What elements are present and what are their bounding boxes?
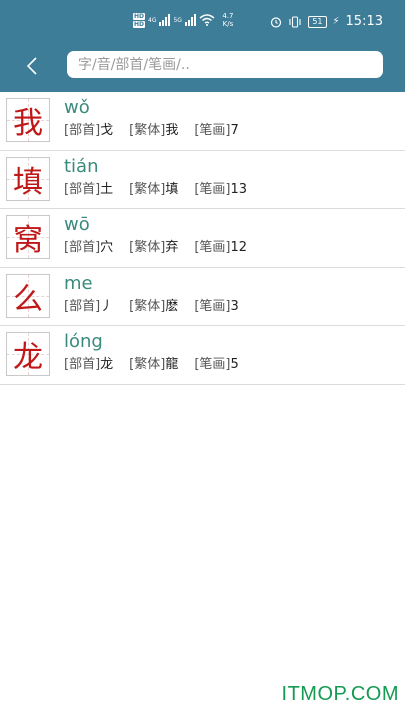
strokes-value: 5 [230,357,239,372]
hd-badge: HD [133,12,146,20]
strokes-value: 7 [230,123,239,138]
radical-label: [部首] [64,181,101,197]
status-bar: HD HD 4G 5G 4.7 K/s 51 ⚡ 15:13 [0,0,405,40]
traditional-value: 麽 [165,298,179,314]
chevron-left-icon [26,57,37,75]
traditional-value: 我 [165,123,179,138]
pinyin: lóng [64,331,103,352]
app-header: HD HD 4G 5G 4.7 K/s 51 ⚡ 15:13 字/音/部首/笔画… [0,0,405,92]
alarm-icon [271,16,282,28]
list-item[interactable]: 填 tián [部首]土 [繁体]填 [笔画]13 [0,151,405,209]
radical-label: [部首] [64,298,101,314]
vibrate-icon [289,15,301,28]
strokes-value: 13 [230,181,248,197]
signal-icon [184,14,196,26]
character-box: 我 [6,98,50,142]
list-item[interactable]: 么 me [部首]丿 [繁体]麽 [笔画]3 [0,268,405,326]
traditional-label: [繁体] [129,298,166,314]
pinyin: tián [64,155,99,177]
radical-value: 戈 [100,123,114,138]
status-left: HD HD 4G 5G 4.7 K/s [133,12,238,28]
radical-label: [部首] [64,357,101,372]
traditional-label: [繁体] [129,123,166,138]
status-right: 51 ⚡ 15:13 [270,14,383,29]
network-type-label: 5G [173,16,182,24]
character: 么 [13,281,43,317]
watermark: ITMOP.COM [281,683,399,705]
radical-label: [部首] [64,240,101,255]
character-meta: [部首]戈 [繁体]我 [笔画]7 [64,122,255,140]
character: 龙 [13,340,43,375]
strokes-label: [笔画] [194,240,231,255]
network-speed: 4.7 K/s [222,12,234,28]
signal-icon [159,14,171,26]
list-item[interactable]: 龙 lóng [部首]龙 [繁体]龍 [笔画]5 [0,326,405,385]
radical-value: 丿 [100,298,114,314]
character-meta: [部首]丿 [繁体]麽 [笔画]3 [64,298,255,316]
list-item[interactable]: 我 wǒ [部首]戈 [繁体]我 [笔画]7 [0,92,405,151]
network-type-label: 4G [148,16,157,24]
pinyin: wō [64,214,90,235]
character-meta: [部首]龙 [繁体]龍 [笔画]5 [64,356,255,374]
battery-level: 51 [308,15,327,28]
strokes-value: 12 [230,240,248,255]
radical-value: 土 [100,181,114,197]
hd-badge: HD [133,20,146,28]
strokes-label: [笔画] [194,181,231,197]
traditional-value: 弃 [165,240,179,255]
search-input[interactable] [67,51,383,78]
strokes-label: [笔画] [194,123,231,138]
strokes-label: [笔画] [194,298,231,314]
radical-value: 龙 [100,357,114,372]
radical-value: 穴 [100,240,114,255]
traditional-value: 填 [165,181,179,197]
hd-badges: HD HD [133,12,146,28]
character-box: 填 [6,156,50,201]
character-meta: [部首]穴 [繁体]弃 [笔画]12 [64,239,263,257]
traditional-value: 龍 [165,357,179,372]
traditional-label: [繁体] [129,181,166,197]
character: 填 [13,164,43,200]
list-item[interactable]: 窝 wō [部首]穴 [繁体]弃 [笔画]12 [0,209,405,268]
traditional-label: [繁体] [129,357,166,372]
character: 我 [13,106,43,141]
pinyin: me [64,272,93,294]
traditional-label: [繁体] [129,240,166,255]
character-meta: [部首]土 [繁体]填 [笔画]13 [64,181,263,199]
character: 窝 [13,223,43,258]
wifi-icon [199,14,215,26]
character-box: 龙 [6,332,50,376]
clock: 15:13 [345,14,383,29]
character-box: 窝 [6,215,50,259]
charging-icon: ⚡ [332,16,340,27]
result-list: 我 wǒ [部首]戈 [繁体]我 [笔画]7 填 tián [部首]土 [繁体]填 [笔… [0,92,405,385]
strokes-value: 3 [230,298,239,314]
character-box: 么 [6,273,50,318]
strokes-label: [笔画] [194,357,231,372]
back-button[interactable] [18,52,46,80]
radical-label: [部首] [64,123,101,138]
pinyin: wǒ [64,97,90,118]
